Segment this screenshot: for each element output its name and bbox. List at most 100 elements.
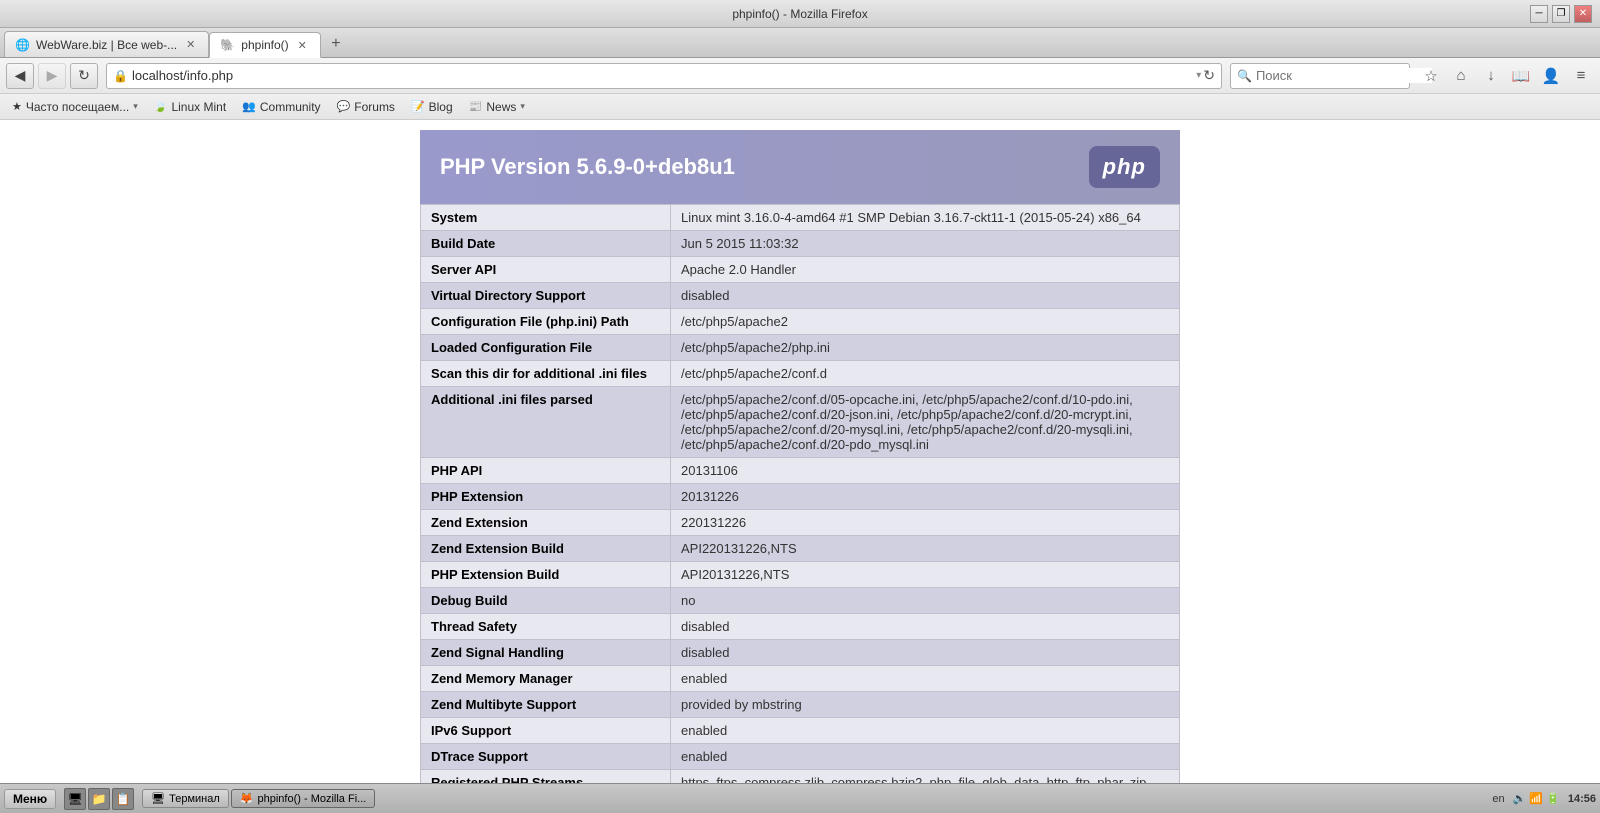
row-key: Additional .ini files parsed xyxy=(421,387,671,458)
bookmark-forums[interactable]: 💬 Forums xyxy=(333,98,399,116)
taskbar-firefox[interactable]: 🦊 phpinfo() - Mozilla Fi... xyxy=(231,789,376,808)
row-value: /etc/php5/apache2/conf.d xyxy=(671,361,1180,387)
profile-icon[interactable]: 👤 xyxy=(1538,63,1564,89)
news-dropdown-arrow-icon: ▾ xyxy=(520,101,525,112)
table-row: PHP API20131106 xyxy=(421,458,1180,484)
row-key: PHP API xyxy=(421,458,671,484)
bookmark-frequently-visited[interactable]: ★ Часто посещаем... ▾ xyxy=(8,98,142,116)
terminal-icon: 🖥 xyxy=(151,792,165,805)
php-version-title: PHP Version 5.6.9-0+deb8u1 xyxy=(440,154,735,180)
row-value: Linux mint 3.16.0-4-amd64 #1 SMP Debian … xyxy=(671,205,1180,231)
bookmark-label: Forums xyxy=(354,100,395,114)
tab-favicon: 🌐 xyxy=(15,38,30,52)
taskbar-item-label: Терминал xyxy=(169,793,220,805)
table-row: Zend Extension BuildAPI220131226,NTS xyxy=(421,536,1180,562)
tab-label: phpinfo() xyxy=(241,38,288,52)
row-key: Registered PHP Streams xyxy=(421,770,671,784)
firefox-icon: 🦊 xyxy=(240,792,254,805)
new-tab-button[interactable]: + xyxy=(325,33,347,55)
row-key: Virtual Directory Support xyxy=(421,283,671,309)
tab-webware[interactable]: 🌐 WebWare.biz | Все web-... ✕ xyxy=(4,31,209,57)
table-row: Additional .ini files parsed/etc/php5/ap… xyxy=(421,387,1180,458)
row-value: enabled xyxy=(671,744,1180,770)
table-row: Configuration File (php.ini) Path/etc/ph… xyxy=(421,309,1180,335)
close-button[interactable]: ✕ xyxy=(1574,5,1592,23)
table-row: DTrace Supportenabled xyxy=(421,744,1180,770)
table-row: Registered PHP Streamshttps, ftps, compr… xyxy=(421,770,1180,784)
bookmark-community[interactable]: 👥 Community xyxy=(238,98,324,116)
forums-icon: 💬 xyxy=(337,100,351,113)
phpinfo-table: SystemLinux mint 3.16.0-4-amd64 #1 SMP D… xyxy=(420,204,1180,783)
row-key: Zend Signal Handling xyxy=(421,640,671,666)
table-row: Virtual Directory Supportdisabled xyxy=(421,283,1180,309)
tab-phpinfo[interactable]: 🐘 phpinfo() ✕ xyxy=(209,32,321,58)
window-controls: ─ ❐ ✕ xyxy=(1530,5,1592,23)
table-row: PHP Extension20131226 xyxy=(421,484,1180,510)
bookmark-label: Blog xyxy=(429,100,453,114)
minimize-button[interactable]: ─ xyxy=(1530,5,1548,23)
forward-button[interactable]: ▶ xyxy=(38,63,66,89)
toolbar-icons: ☆ ⌂ ↓ 📖 👤 ≡ xyxy=(1418,63,1594,89)
taskbar-extra-icon[interactable]: 📋 xyxy=(112,788,134,810)
row-value: https, ftps, compress.zlib, compress.bzi… xyxy=(671,770,1180,784)
row-key: Debug Build xyxy=(421,588,671,614)
row-key: System xyxy=(421,205,671,231)
url-dropdown-icon[interactable]: ▾ xyxy=(1196,70,1201,81)
taskbar-files-icon[interactable]: 📁 xyxy=(88,788,110,810)
taskbar-show-desktop[interactable]: 🖥 xyxy=(64,788,86,810)
table-row: Scan this dir for additional .ini files/… xyxy=(421,361,1180,387)
search-input[interactable] xyxy=(1256,68,1432,83)
mint-icon: 🍃 xyxy=(154,100,168,113)
restore-button[interactable]: ❐ xyxy=(1552,5,1570,23)
url-bar-container: 🔒 ▾ ↻ xyxy=(106,63,1222,89)
tab-label: WebWare.biz | Все web-... xyxy=(36,38,177,52)
menu-icon[interactable]: ≡ xyxy=(1568,63,1594,89)
system-icons: 🔊 📶 🔋 xyxy=(1513,792,1560,805)
taskbar-terminal[interactable]: 🖥 Терминал xyxy=(142,789,229,808)
table-row: IPv6 Supportenabled xyxy=(421,718,1180,744)
refresh-button[interactable]: ↻ xyxy=(70,63,98,89)
row-key: Loaded Configuration File xyxy=(421,335,671,361)
row-key: PHP Extension Build xyxy=(421,562,671,588)
home-icon[interactable]: ⌂ xyxy=(1448,63,1474,89)
tab-close-button[interactable]: ✕ xyxy=(183,37,198,52)
row-value: API220131226,NTS xyxy=(671,536,1180,562)
bookmark-star-icon[interactable]: ☆ xyxy=(1418,63,1444,89)
row-value: 220131226 xyxy=(671,510,1180,536)
url-refresh-icon[interactable]: ↻ xyxy=(1203,67,1215,84)
star-icon: ★ xyxy=(12,100,22,113)
row-value: /etc/php5/apache2/php.ini xyxy=(671,335,1180,361)
row-key: Zend Multibyte Support xyxy=(421,692,671,718)
taskbar-item-label: phpinfo() - Mozilla Fi... xyxy=(258,793,367,805)
url-input[interactable] xyxy=(132,68,1192,83)
bookmark-blog[interactable]: 📝 Blog xyxy=(407,98,457,116)
row-key: Thread Safety xyxy=(421,614,671,640)
table-row: Zend Signal Handlingdisabled xyxy=(421,640,1180,666)
tabbar: 🌐 WebWare.biz | Все web-... ✕ 🐘 phpinfo(… xyxy=(0,28,1600,58)
bookmark-label: News xyxy=(486,100,516,114)
bookmark-label: Linux Mint xyxy=(171,100,226,114)
download-icon[interactable]: ↓ xyxy=(1478,63,1504,89)
row-value: disabled xyxy=(671,614,1180,640)
tab-favicon: 🐘 xyxy=(220,38,235,52)
lock-icon: 🔒 xyxy=(113,69,128,83)
search-container: 🔍 xyxy=(1230,63,1410,89)
phpinfo-container: PHP Version 5.6.9-0+deb8u1 php SystemLin… xyxy=(420,130,1180,773)
table-row: Zend Extension220131226 xyxy=(421,510,1180,536)
community-icon: 👥 xyxy=(242,100,256,113)
window-title: phpinfo() - Mozilla Firefox xyxy=(732,7,867,21)
taskbar-items: 🖥 Терминал 🦊 phpinfo() - Mozilla Fi... xyxy=(142,789,1488,808)
taskbar-right: en 🔊 📶 🔋 14:56 xyxy=(1492,792,1596,805)
back-button[interactable]: ◀ xyxy=(6,63,34,89)
bookmark-news[interactable]: 📰 News ▾ xyxy=(465,98,529,116)
row-value: /etc/php5/apache2/conf.d/05-opcache.ini,… xyxy=(671,387,1180,458)
taskbar: Меню 🖥 📁 📋 🖥 Терминал 🦊 phpinfo() - Mozi… xyxy=(0,783,1600,813)
pocketbook-icon[interactable]: 📖 xyxy=(1508,63,1534,89)
start-button[interactable]: Меню xyxy=(4,789,56,809)
bookmark-linux-mint[interactable]: 🍃 Linux Mint xyxy=(150,98,230,116)
tab-close-button[interactable]: ✕ xyxy=(295,38,310,53)
row-key: Zend Extension Build xyxy=(421,536,671,562)
table-row: Loaded Configuration File/etc/php5/apach… xyxy=(421,335,1180,361)
row-value: provided by mbstring xyxy=(671,692,1180,718)
table-row: PHP Extension BuildAPI20131226,NTS xyxy=(421,562,1180,588)
